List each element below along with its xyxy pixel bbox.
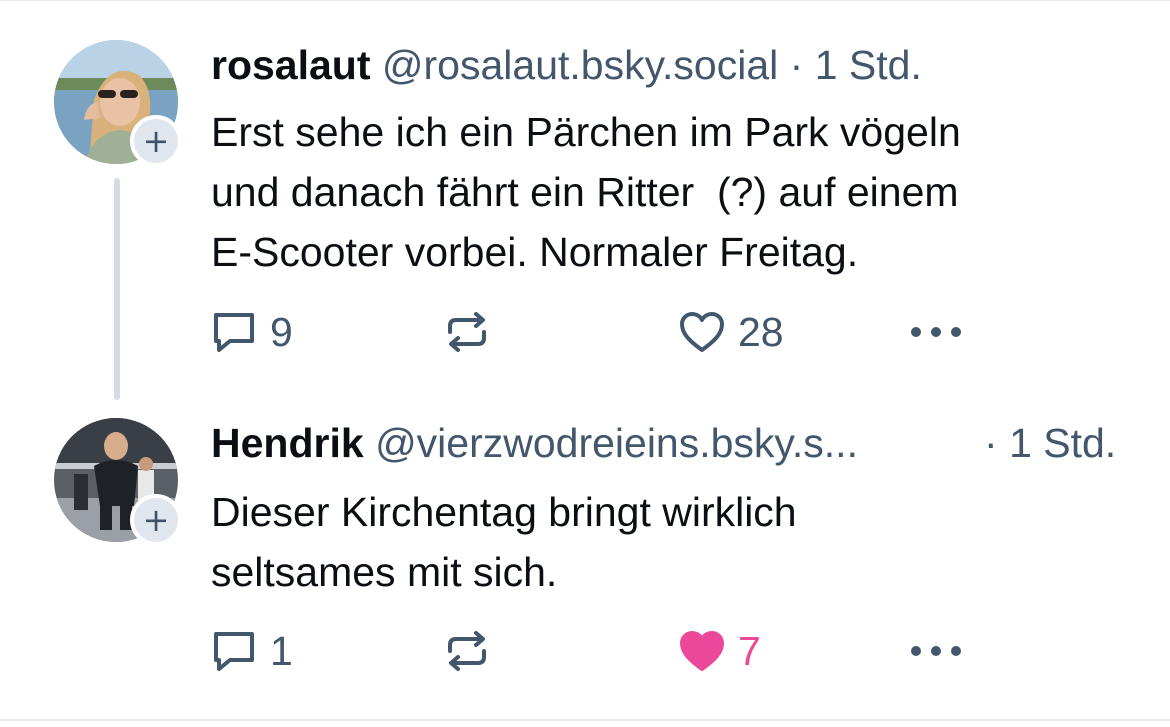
post-timestamp[interactable]: 1 Std. — [815, 42, 922, 88]
post-header: Hendrik @vierzwodreieins.bsky.s... — [211, 419, 858, 467]
reply-button[interactable]: 1 — [210, 625, 293, 677]
follow-button[interactable]: + — [130, 115, 182, 167]
more-dots-icon — [908, 641, 964, 661]
like-button[interactable]: 7 — [678, 625, 761, 677]
author-handle[interactable]: @vierzwodreieins.bsky.s... — [375, 420, 858, 466]
bottom-divider — [0, 719, 1170, 721]
more-options-button[interactable] — [908, 625, 964, 677]
post-text: Dieser Kirchentag bringt wirklich seltsa… — [211, 489, 797, 595]
reply-button[interactable]: 9 — [210, 306, 293, 358]
repost-icon — [442, 629, 492, 673]
like-button[interactable]: 28 — [678, 306, 784, 358]
separator-dot: · — [789, 42, 804, 88]
separator-dot: · — [984, 420, 998, 466]
heart-filled-icon — [678, 629, 726, 673]
like-count: 28 — [738, 308, 784, 355]
post-text: Erst sehe ich ein Pärchen im Park vögeln… — [211, 109, 961, 275]
more-options-button[interactable] — [908, 306, 964, 358]
repost-button[interactable] — [442, 625, 504, 677]
author-display-name[interactable]: rosalaut — [211, 42, 371, 88]
post-timestamp[interactable]: 1 Std. — [1009, 420, 1116, 466]
comment-icon — [210, 629, 258, 673]
post-timestamp-group[interactable]: · 1 Std. — [984, 419, 1116, 467]
author-handle[interactable]: @rosalaut.bsky.social — [382, 42, 778, 88]
more-dots-icon — [908, 322, 964, 342]
reply-count: 9 — [270, 308, 293, 355]
post-header: rosalaut @rosalaut.bsky.social · 1 Std. — [211, 41, 922, 89]
repost-button[interactable] — [442, 306, 504, 358]
reply-count: 1 — [270, 627, 293, 674]
heart-outline-icon — [678, 310, 726, 354]
like-count: 7 — [738, 627, 761, 674]
thread-connector-line — [114, 178, 120, 400]
repost-icon — [442, 310, 492, 354]
post-actions: 9 28 — [0, 306, 1170, 358]
follow-button[interactable]: + — [130, 494, 182, 546]
comment-icon — [210, 310, 258, 354]
post[interactable]: + rosalaut @rosalaut.bsky.social · 1 Std… — [0, 0, 1170, 400]
post[interactable]: + Hendrik @vierzwodreieins.bsky.s... · 1… — [0, 400, 1170, 719]
post-actions: 1 7 — [0, 625, 1170, 677]
author-display-name[interactable]: Hendrik — [211, 420, 364, 466]
